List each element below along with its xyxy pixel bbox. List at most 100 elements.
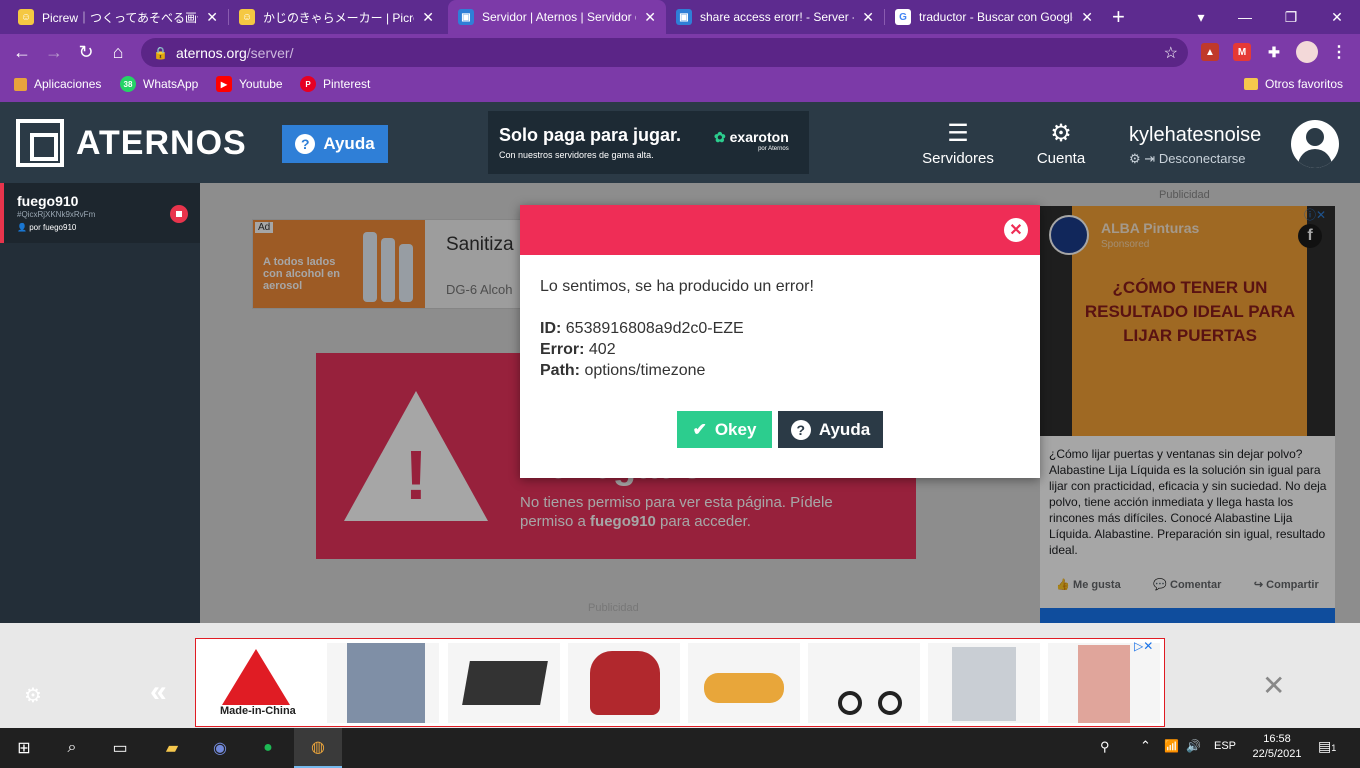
product-shoes-image[interactable] (688, 643, 800, 723)
nav-servers[interactable]: ☰ Servidores (920, 120, 996, 168)
brand-sub: por Aternos (758, 146, 789, 152)
product-oven-image[interactable] (928, 643, 1040, 723)
path-label: Path: (540, 362, 580, 379)
product-laptop-image[interactable] (448, 643, 560, 723)
ad-headline: Solo paga para jugar. (499, 125, 682, 145)
question-icon: ? (790, 419, 811, 440)
bookmark-label: WhatsApp (143, 77, 199, 91)
made-in-china-ad[interactable]: Made-in-China ▷✕ (195, 638, 1165, 727)
error-value: 402 (588, 341, 616, 358)
aternos-logo[interactable]: ATERNOS (16, 119, 247, 167)
sidebar-server-item[interactable]: fuego910 #QicxRjXKNk9xRvFm 👤 por fuego91… (0, 183, 200, 243)
minimize-icon[interactable]: — (1222, 0, 1268, 34)
product-vehicle-image[interactable] (568, 643, 680, 723)
language-indicator[interactable]: ESP (1214, 740, 1236, 752)
servers-icon: ☰ (947, 120, 969, 147)
close-tab-icon[interactable]: ✕ (206, 9, 218, 26)
home-icon[interactable]: ⌂ (106, 40, 130, 64)
reload-icon[interactable]: ↻ (74, 40, 98, 64)
picrew-favicon-icon: ☺ (18, 9, 34, 25)
exaroton-ad[interactable]: Solo paga para jugar. Con nuestros servi… (488, 111, 809, 174)
whatsapp-icon: 38 (120, 76, 136, 92)
bookmark-pinterest[interactable]: P Pinterest (300, 70, 370, 98)
close-tab-icon[interactable]: ✕ (1081, 9, 1093, 26)
bookmark-youtube[interactable]: ▶ Youtube (216, 70, 283, 98)
close-tab-icon[interactable]: ✕ (644, 9, 656, 26)
nav-account[interactable]: ⚙ Cuenta (1030, 121, 1092, 168)
server-name: fuego910 (17, 193, 79, 209)
forward-icon[interactable]: → (42, 40, 66, 64)
bookmark-label: Youtube (239, 77, 283, 91)
notifications-icon[interactable]: ▤1 (1318, 738, 1336, 755)
dialog-header (520, 205, 1040, 255)
chrome-icon[interactable]: ◍ (294, 728, 342, 768)
chevron-up-icon[interactable]: ⌃ (1140, 738, 1151, 754)
tab-title: Picrew｜つくってあそべる画像メーカー (42, 10, 198, 25)
gear-icon[interactable]: ⚙ (1129, 151, 1141, 166)
clock[interactable]: 16:58 22/5/2021 (1252, 732, 1302, 762)
browser-tab-strip: ☺ Picrew｜つくってあそべる画像メーカー ✕ ☺ かじのきゃらメーカー |… (0, 0, 1360, 34)
other-bookmarks[interactable]: Otros favoritos (1244, 70, 1343, 98)
user-avatar[interactable] (1291, 120, 1339, 168)
search-icon[interactable]: ⌕ (48, 728, 96, 768)
extensions-puzzle-icon[interactable]: ✚ (1265, 43, 1283, 61)
profile-avatar[interactable] (1296, 41, 1318, 63)
bookmark-whatsapp[interactable]: 38 WhatsApp (120, 70, 198, 98)
gear-icon[interactable]: ⚙ (24, 683, 42, 708)
discord-icon[interactable]: ◉ (196, 728, 244, 768)
close-icon[interactable]: ✕ (1004, 218, 1028, 242)
chevron-left-double-icon[interactable]: « (150, 675, 167, 709)
product-clothing-image[interactable] (1048, 643, 1160, 723)
error-message: Lo sentimos, se ha producido un error! (540, 278, 814, 295)
maximize-icon[interactable]: ❐ (1268, 0, 1314, 34)
ad-subtext: Con nuestros servidores de gama alta. (499, 150, 654, 160)
extension-icon[interactable]: ▲ (1201, 43, 1219, 61)
made-in-china-logo-icon (216, 645, 296, 705)
file-explorer-icon[interactable]: ▰ (148, 728, 196, 768)
ok-label: Okey (714, 419, 757, 439)
error-dialog: ✕ Lo sentimos, se ha producido un error!… (520, 205, 1040, 478)
windows-start-icon[interactable]: ⊞ (0, 728, 48, 768)
bookmark-star-icon[interactable]: ☆ (1164, 43, 1178, 63)
browser-tab[interactable]: ☺ かじのきゃらメーカー | Picrew ✕ (229, 0, 444, 34)
browser-tab[interactable]: ☺ Picrew｜つくってあそべる画像メーカー ✕ (8, 0, 228, 34)
lock-icon: 🔒 (153, 45, 168, 60)
address-bar[interactable]: 🔒 aternos.org/server/ ☆ (141, 38, 1188, 67)
tab-search-icon[interactable]: ▾ (1178, 0, 1224, 34)
product-scooter-image[interactable] (808, 643, 920, 723)
task-view-icon[interactable]: ▭ (96, 728, 144, 768)
tab-title: かじのきゃらメーカー | Picrew (263, 10, 415, 25)
user-icon: 👤 (17, 223, 27, 232)
adchoices-icon[interactable]: ▷✕ (1134, 639, 1153, 653)
mega-extension-icon[interactable]: M (1233, 43, 1251, 61)
pinterest-icon: P (300, 76, 316, 92)
error-label: Error: (540, 341, 585, 358)
bookmark-apps[interactable]: Aplicaciones (14, 70, 101, 98)
spotify-icon[interactable]: ● (244, 728, 292, 768)
new-tab-button[interactable]: + (1112, 4, 1125, 30)
help-button[interactable]: ? Ayuda (282, 125, 388, 163)
volume-icon[interactable]: 🔊 (1186, 739, 1201, 753)
people-icon[interactable]: ⚲ (1100, 739, 1110, 755)
nav-label: Cuenta (1036, 150, 1086, 167)
tab-title: Servidor | Aternos | Servidor de Minecra… (482, 10, 636, 24)
back-icon[interactable]: ← (10, 40, 34, 64)
browser-tab[interactable]: ▣ share access erorr! - Server - Aternos… (666, 0, 884, 34)
logout-link[interactable]: ⚙ ⇥ Desconectarse (1129, 151, 1261, 167)
close-tab-icon[interactable]: ✕ (862, 9, 874, 26)
close-ad-icon[interactable]: ✕ (1262, 669, 1285, 702)
tab-title: share access erorr! - Server - Aternos (700, 10, 854, 24)
wifi-icon[interactable]: 📶 (1164, 739, 1179, 753)
id-value: 6538916808a9d2c0-EZE (565, 320, 744, 337)
close-tab-icon[interactable]: ✕ (422, 9, 434, 26)
browser-tab[interactable]: G traductor - Buscar con Google ✕ (885, 0, 1103, 34)
brand-label: Made-in-China (220, 705, 296, 717)
ok-button[interactable]: ✔ Okey (677, 411, 772, 448)
url-path: /server/ (246, 44, 294, 61)
browser-tab-active[interactable]: ▣ Servidor | Aternos | Servidor de Minec… (448, 0, 666, 34)
product-jeans-image[interactable] (327, 643, 439, 723)
bookmark-label: Otros favoritos (1265, 77, 1344, 91)
menu-kebab-icon[interactable]: ⋮ (1330, 43, 1348, 61)
close-window-icon[interactable]: ✕ (1314, 0, 1360, 34)
help-button[interactable]: ? Ayuda (778, 411, 883, 448)
